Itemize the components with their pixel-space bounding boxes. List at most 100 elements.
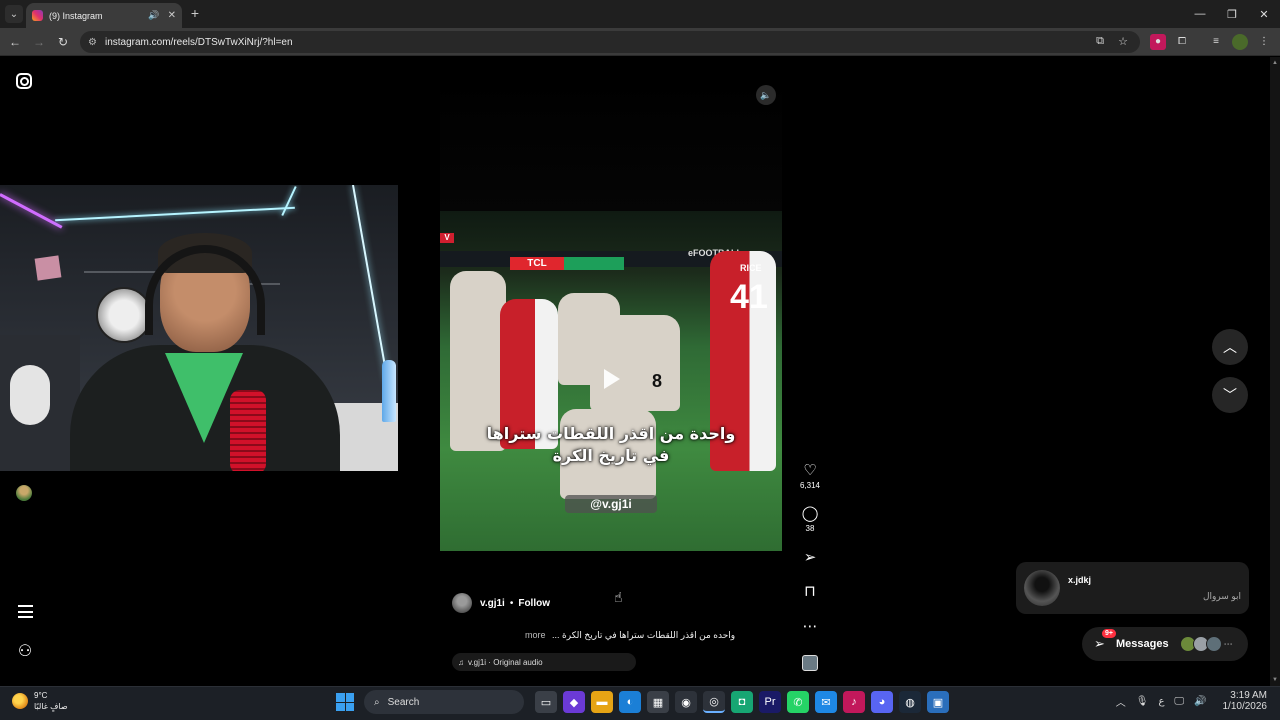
comment-icon[interactable]: ◯	[798, 505, 822, 523]
bookmark-star-icon[interactable]: ☆	[1118, 35, 1128, 48]
discord-icon[interactable]: ◕	[871, 691, 893, 713]
premiere-icon[interactable]: Pr	[759, 691, 781, 713]
scroll-down-arrow-icon[interactable]: ▼	[1272, 677, 1278, 683]
taskbar-search[interactable]: ⌕ Search	[364, 690, 524, 714]
new-tab-button[interactable]: +	[188, 5, 202, 21]
browser-tab-instagram[interactable]: (9) Instagram 🔊 ✕	[26, 3, 182, 28]
reel-player[interactable]: 🔈 V TCL eFOOTBALL RICE 41 8 واحدة من اقذ…	[440, 78, 782, 686]
follow-button[interactable]: Follow	[518, 598, 550, 609]
close-window-button[interactable]: ✕	[1248, 0, 1280, 28]
comment-action[interactable]: ◯ 38	[798, 505, 822, 533]
volume-icon[interactable]: 🔈	[756, 85, 776, 105]
speaker-icon[interactable]: 🔊	[148, 10, 159, 21]
network-icon[interactable]: 🖵	[1174, 696, 1184, 707]
instagram-logo-icon[interactable]	[16, 73, 32, 89]
url-text[interactable]: instagram.com/reels/DTSwTwXiNrj/?hl=en	[105, 37, 293, 48]
author-avatar[interactable]	[452, 593, 472, 613]
alien-app-icon[interactable]: ◉	[675, 691, 697, 713]
chrome-icon[interactable]: ◎	[703, 691, 725, 713]
webcam-overlay	[0, 185, 398, 471]
minimize-button[interactable]: —	[1184, 0, 1216, 28]
messenger-icon: ➢ 9+	[1094, 629, 1116, 652]
back-arrow-icon[interactable]: ←	[6, 33, 24, 51]
chevron-up-icon: ︿	[1223, 339, 1237, 355]
message-preview-card[interactable]: x.jdkj ابو سروال	[1016, 562, 1249, 614]
more-action[interactable]: ⋯	[798, 618, 822, 636]
send-icon[interactable]: ➢	[798, 549, 822, 567]
teams-icon[interactable]: ◘	[731, 691, 753, 713]
message-sender-name: x.jdkj	[1068, 575, 1092, 585]
browser-tabbar: ⌄ (9) Instagram 🔊 ✕ + — ❐ ✕	[0, 0, 1280, 28]
taskbar-apps: ⌕ Search ▭ ◆ ▬ ◐ ▦ ◉ ◎ ◘ Pr ✆ ✉ ♪ ◕ ◍ ▣	[336, 690, 952, 714]
hamburger-menu-icon[interactable]	[16, 605, 34, 618]
task-view-icon[interactable]: ▭	[535, 691, 557, 713]
player-figure	[590, 315, 680, 411]
weather-text: 9°C صافٍ غالبًا	[34, 690, 68, 712]
profile-avatar-small[interactable]	[16, 485, 32, 501]
file-explorer-icon[interactable]: ▬	[591, 691, 613, 713]
copilot-icon[interactable]: ◆	[563, 691, 585, 713]
app-icon[interactable]: ▣	[927, 691, 949, 713]
heart-icon[interactable]: ♡	[798, 462, 822, 480]
audio-thumbnail[interactable]	[802, 655, 818, 671]
system-tray: ︿ 🎙 ع 🖵 🔊 3:19 AM 1/10/2026	[1111, 690, 1272, 712]
language-indicator[interactable]: ع	[1158, 696, 1164, 707]
share-action[interactable]: ➢	[798, 549, 822, 567]
save-action[interactable]: ⊓	[798, 583, 822, 601]
instagram-favicon-icon	[32, 10, 43, 21]
music-note-icon: ♫	[458, 657, 464, 667]
steam-icon[interactable]: ◍	[899, 691, 921, 713]
more-options-icon[interactable]: ⋯	[798, 618, 822, 636]
tab-close-button[interactable]: ✕	[168, 10, 176, 21]
mouse-cursor-icon: ☝	[614, 589, 623, 605]
comment-count: 38	[805, 524, 815, 533]
like-action[interactable]: ♡ 6,314	[798, 462, 822, 490]
extension-icon[interactable]: ●	[1150, 34, 1166, 50]
page-scrollbar[interactable]: ▲ ▼	[1270, 57, 1280, 686]
reel-caption[interactable]: more واحده من اقذر اللقطات ستراها في تار…	[525, 630, 775, 641]
forward-arrow-icon[interactable]: →	[30, 33, 48, 51]
edge-icon[interactable]: ◐	[619, 691, 641, 713]
reload-icon[interactable]: ↻	[54, 33, 72, 51]
itunes-icon[interactable]: ♪	[843, 691, 865, 713]
search-icon: ⌕	[374, 696, 380, 708]
message-sender-avatar	[1024, 570, 1060, 606]
extensions-puzzle-icon[interactable]: ⧠	[1174, 34, 1190, 50]
broadcaster-logo: V	[440, 233, 454, 243]
clock[interactable]: 3:19 AM 1/10/2026	[1218, 690, 1273, 712]
volume-tray-icon[interactable]: 🔊	[1194, 696, 1206, 707]
windows-start-icon[interactable]	[336, 693, 354, 711]
caption-text: واحده من اقذر اللقطات ستراها في تاريخ ال…	[552, 630, 736, 640]
tab-search-icon[interactable]: ⌄	[5, 5, 23, 23]
microphone-icon[interactable]: 🎙	[1136, 696, 1149, 707]
chair	[10, 365, 50, 425]
address-bar[interactable]: ⚙ instagram.com/reels/DTSwTwXiNrj/?hl=en…	[80, 31, 1140, 53]
message-avatars	[1179, 636, 1222, 652]
whatsapp-icon[interactable]: ✆	[787, 691, 809, 713]
neon-light-decoration	[0, 193, 63, 229]
store-icon[interactable]: ▦	[647, 691, 669, 713]
tray-chevron-icon[interactable]: ︿	[1116, 694, 1126, 709]
more-menu-icon[interactable]: ⋮	[1256, 34, 1272, 50]
caption-more-link[interactable]: more	[525, 630, 546, 640]
weather-widget[interactable]: 9°C صافٍ غالبًا	[12, 690, 68, 712]
play-icon[interactable]	[604, 369, 620, 389]
site-info-icon[interactable]: ⚙	[88, 37, 97, 48]
next-reel-button[interactable]: ﹀	[1212, 377, 1248, 413]
also-from-meta-icon[interactable]: ⚇	[16, 642, 34, 660]
scroll-up-arrow-icon[interactable]: ▲	[1272, 60, 1278, 66]
reel-video[interactable]: V TCL eFOOTBALL RICE 41 8 واحدة من اقذر …	[440, 211, 782, 551]
author-name[interactable]: v.gj1i	[480, 598, 505, 609]
previous-reel-button[interactable]: ︿	[1212, 329, 1248, 365]
media-control-icon[interactable]: ≡	[1208, 34, 1224, 50]
audio-link[interactable]: ♫ v.gj1i · Original audio	[452, 653, 636, 671]
neon-light-decoration	[281, 186, 297, 216]
maximize-button[interactable]: ❐	[1216, 0, 1248, 28]
frame-decoration	[34, 255, 62, 281]
bookmark-icon[interactable]: ⊓	[798, 583, 822, 601]
like-count: 6,314	[799, 481, 821, 490]
messenger-app-icon[interactable]: ✉	[815, 691, 837, 713]
messages-button[interactable]: ➢ 9+ Messages ⋯	[1082, 627, 1248, 661]
profile-avatar[interactable]	[1232, 34, 1248, 50]
install-app-icon[interactable]: ⧉	[1096, 35, 1104, 48]
